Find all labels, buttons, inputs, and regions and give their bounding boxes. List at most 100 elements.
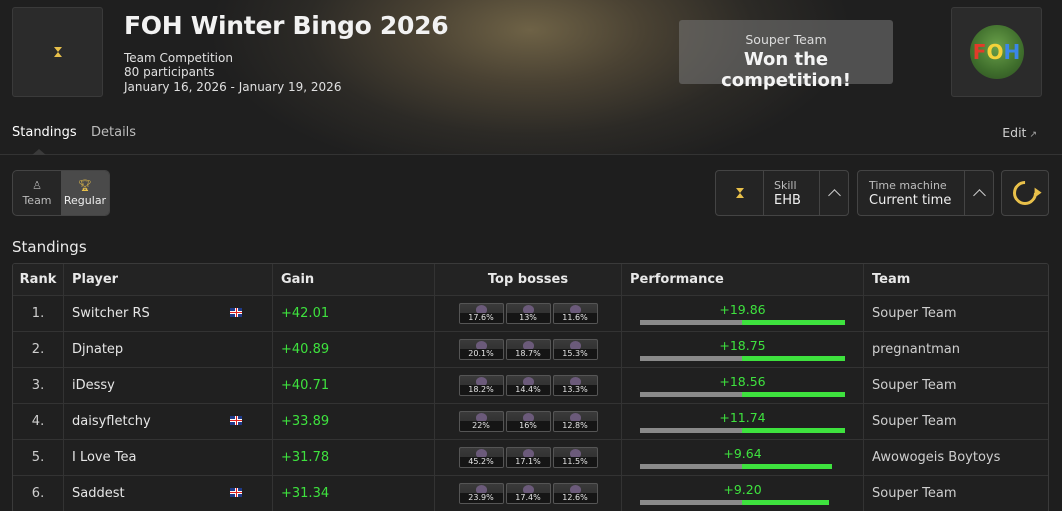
top-bosses-cell: 17.6% 13% 11.6% — [435, 296, 622, 331]
performance-bar-baseline — [640, 500, 742, 505]
player-name-link[interactable]: Saddest — [72, 486, 125, 501]
boss-percent: 18.7% — [506, 349, 550, 359]
boss-badge: 18.2% — [458, 375, 504, 396]
team-cell: Souper Team — [864, 404, 1048, 439]
time-machine-label: Time machine — [869, 179, 947, 192]
performance-bar-fill — [742, 392, 845, 397]
participants-count: 80 participants — [124, 65, 215, 79]
performance-bar-fill — [742, 320, 845, 325]
top-bosses-cell: 18.2% 14.4% 13.3% — [435, 368, 622, 403]
view-toggle: ♙ Team 🏆︎ Regular — [12, 170, 110, 216]
team-cell: Souper Team — [864, 476, 1048, 511]
header-performance[interactable]: Performance — [622, 264, 864, 295]
team-name-link[interactable]: Awowogeis Boytoys — [872, 450, 1000, 465]
winner-banner: Souper Team Won the competition! — [679, 20, 893, 91]
boss-badge: 23.9% — [458, 483, 504, 504]
competition-icon — [12, 7, 103, 97]
regular-view-button[interactable]: 🏆︎ Regular — [61, 171, 109, 215]
team-cell: Souper Team — [864, 296, 1048, 331]
gain-cell: +31.34 — [273, 476, 435, 511]
edit-link[interactable]: Edit ↗ — [1002, 125, 1037, 140]
team-name-link[interactable]: Souper Team — [872, 486, 957, 501]
performance-value: +19.86 — [719, 302, 766, 317]
player-name-link[interactable]: Djnatep — [72, 342, 123, 357]
team-name-link[interactable]: Souper Team — [872, 306, 957, 321]
skill-select[interactable]: Skill EHB — [715, 170, 849, 216]
player-name-link[interactable]: Switcher RS — [72, 306, 150, 321]
performance-bar — [640, 392, 845, 397]
table-row[interactable]: 6. Saddest +31.34 23.9% 17.4% 12.6% +9.20 Soupe… — [13, 476, 1048, 511]
boss-percent: 11.6% — [553, 313, 597, 323]
boss-percent: 17.6% — [459, 313, 503, 323]
group-logo[interactable]: FOH — [951, 7, 1042, 97]
rank-cell: 2. — [13, 332, 64, 367]
player-name-link[interactable]: iDessy — [72, 378, 115, 393]
time-machine-select[interactable]: Time machine Current time — [857, 170, 994, 216]
team-name-link[interactable]: pregnantman — [872, 342, 960, 357]
boss-percent: 16% — [506, 421, 550, 431]
performance-bar — [640, 464, 845, 469]
boss-badge: 17.4% — [505, 483, 551, 504]
performance-bar-fill — [742, 464, 832, 469]
gain-cell: +33.89 — [273, 404, 435, 439]
chevron-up-icon[interactable] — [964, 171, 994, 215]
trophy-icon: 🏆︎ — [78, 178, 92, 192]
boss-percent: 13% — [506, 313, 550, 323]
table-row[interactable]: 4. daisyfletchy +33.89 22% 16% 12.8% +11.74 Sou… — [13, 404, 1048, 440]
team-name-link[interactable]: Souper Team — [872, 378, 957, 393]
performance-bar — [640, 428, 845, 433]
performance-bar — [640, 356, 845, 361]
top-bosses-cell: 45.2% 17.1% 11.5% — [435, 440, 622, 475]
table-row[interactable]: 3. iDessy +40.71 18.2% 14.4% 13.3% +18.56 Soupe… — [13, 368, 1048, 404]
header-team[interactable]: Team — [864, 264, 1048, 295]
boss-badge: 20.1% — [458, 339, 504, 360]
boss-badge: 22% — [458, 411, 504, 432]
team-name-link[interactable]: Souper Team — [872, 414, 957, 429]
skill-label: Skill — [774, 179, 797, 192]
boss-badge: 16% — [505, 411, 551, 432]
uk-flag-icon — [230, 488, 242, 497]
boss-percent: 15.3% — [553, 349, 597, 359]
boss-percent: 12.6% — [553, 493, 597, 503]
rank-cell: 6. — [13, 476, 64, 511]
header-player[interactable]: Player — [64, 264, 273, 295]
boss-badge: 17.6% — [458, 303, 504, 324]
performance-value: +9.64 — [723, 446, 762, 461]
top-bosses-cell: 23.9% 17.4% 12.6% — [435, 476, 622, 511]
performance-cell: +11.74 — [622, 404, 864, 439]
header-rank[interactable]: Rank — [13, 264, 64, 295]
competition-dates: January 16, 2026 - January 19, 2026 — [124, 80, 342, 94]
header-gain[interactable]: Gain — [273, 264, 435, 295]
boss-percent: 18.2% — [459, 385, 503, 395]
rank-cell: 3. — [13, 368, 64, 403]
performance-value: +9.20 — [723, 482, 762, 497]
chevron-up-icon[interactable] — [819, 171, 849, 215]
boss-badge: 15.3% — [552, 339, 598, 360]
hourglass-icon — [53, 47, 62, 57]
team-cell: pregnantman — [864, 332, 1048, 367]
refresh-button[interactable] — [1001, 170, 1049, 216]
refresh-icon — [1008, 176, 1042, 210]
tab-standings[interactable]: Standings — [12, 125, 77, 140]
player-name-link[interactable]: daisyfletchy — [72, 414, 151, 429]
player-cell: I Love Tea — [64, 440, 273, 475]
table-row[interactable]: 1. Switcher RS +42.01 17.6% 13% 11.6% +19.86 So… — [13, 296, 1048, 332]
team-cell: Souper Team — [864, 368, 1048, 403]
player-name-link[interactable]: I Love Tea — [72, 450, 136, 465]
performance-cell: +19.86 — [622, 296, 864, 331]
competition-type: Team Competition — [124, 51, 233, 65]
tab-details[interactable]: Details — [91, 125, 136, 140]
performance-bar-fill — [742, 500, 829, 505]
player-cell: Djnatep — [64, 332, 273, 367]
uk-flag-icon — [230, 308, 242, 317]
boss-badge: 12.8% — [552, 411, 598, 432]
boss-percent: 14.4% — [506, 385, 550, 395]
gain-cell: +42.01 — [273, 296, 435, 331]
rank-cell: 1. — [13, 296, 64, 331]
table-row[interactable]: 5. I Love Tea +31.78 45.2% 17.1% 11.5% +9.64 Aw… — [13, 440, 1048, 476]
player-cell: Switcher RS — [64, 296, 273, 331]
team-view-button[interactable]: ♙ Team — [13, 171, 61, 215]
boss-percent: 45.2% — [459, 457, 503, 467]
table-row[interactable]: 2. Djnatep +40.89 20.1% 18.7% 15.3% +18.75 preg… — [13, 332, 1048, 368]
boss-badge: 13.3% — [552, 375, 598, 396]
